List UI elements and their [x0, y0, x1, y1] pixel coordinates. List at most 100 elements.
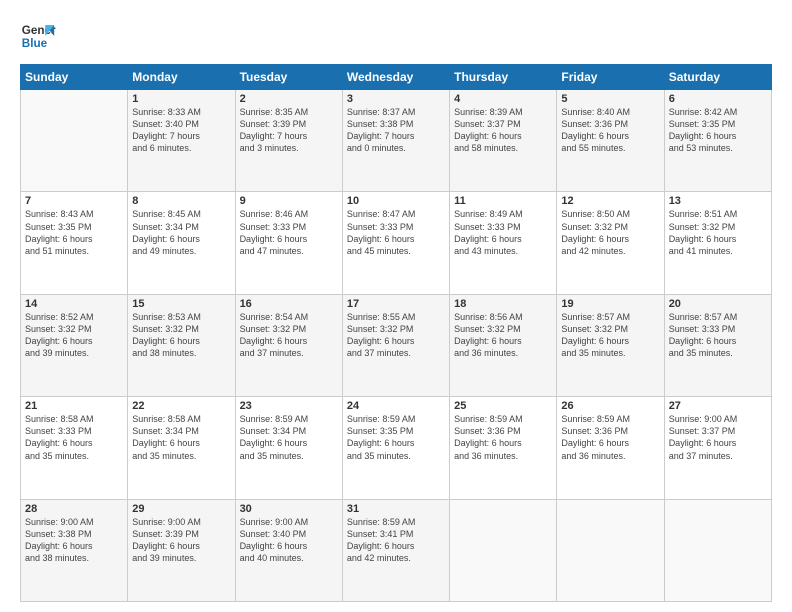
day-number: 25	[454, 400, 552, 412]
day-number: 31	[347, 503, 445, 515]
calendar-cell: 2Sunrise: 8:35 AM Sunset: 3:39 PM Daylig…	[235, 90, 342, 192]
day-number: 13	[669, 195, 767, 207]
day-detail: Sunrise: 9:00 AM Sunset: 3:39 PM Dayligh…	[132, 516, 230, 565]
day-detail: Sunrise: 8:59 AM Sunset: 3:36 PM Dayligh…	[561, 413, 659, 462]
weekday-header: Wednesday	[342, 65, 449, 90]
day-number: 27	[669, 400, 767, 412]
day-number: 7	[25, 195, 123, 207]
day-detail: Sunrise: 8:58 AM Sunset: 3:34 PM Dayligh…	[132, 413, 230, 462]
day-detail: Sunrise: 8:54 AM Sunset: 3:32 PM Dayligh…	[240, 311, 338, 360]
weekday-header: Tuesday	[235, 65, 342, 90]
day-detail: Sunrise: 8:45 AM Sunset: 3:34 PM Dayligh…	[132, 208, 230, 257]
day-number: 10	[347, 195, 445, 207]
day-number: 12	[561, 195, 659, 207]
calendar-cell: 20Sunrise: 8:57 AM Sunset: 3:33 PM Dayli…	[664, 294, 771, 396]
calendar-cell: 5Sunrise: 8:40 AM Sunset: 3:36 PM Daylig…	[557, 90, 664, 192]
day-detail: Sunrise: 8:47 AM Sunset: 3:33 PM Dayligh…	[347, 208, 445, 257]
day-number: 24	[347, 400, 445, 412]
calendar-cell: 26Sunrise: 8:59 AM Sunset: 3:36 PM Dayli…	[557, 397, 664, 499]
calendar-cell	[664, 499, 771, 601]
day-number: 6	[669, 93, 767, 105]
calendar-cell: 13Sunrise: 8:51 AM Sunset: 3:32 PM Dayli…	[664, 192, 771, 294]
day-number: 22	[132, 400, 230, 412]
day-detail: Sunrise: 8:59 AM Sunset: 3:34 PM Dayligh…	[240, 413, 338, 462]
day-detail: Sunrise: 8:59 AM Sunset: 3:41 PM Dayligh…	[347, 516, 445, 565]
calendar-cell: 21Sunrise: 8:58 AM Sunset: 3:33 PM Dayli…	[21, 397, 128, 499]
day-detail: Sunrise: 8:51 AM Sunset: 3:32 PM Dayligh…	[669, 208, 767, 257]
day-detail: Sunrise: 9:00 AM Sunset: 3:37 PM Dayligh…	[669, 413, 767, 462]
calendar-cell: 25Sunrise: 8:59 AM Sunset: 3:36 PM Dayli…	[450, 397, 557, 499]
calendar-week-row: 7Sunrise: 8:43 AM Sunset: 3:35 PM Daylig…	[21, 192, 772, 294]
calendar-cell: 8Sunrise: 8:45 AM Sunset: 3:34 PM Daylig…	[128, 192, 235, 294]
calendar-header-row: SundayMondayTuesdayWednesdayThursdayFrid…	[21, 65, 772, 90]
day-detail: Sunrise: 9:00 AM Sunset: 3:40 PM Dayligh…	[240, 516, 338, 565]
day-detail: Sunrise: 8:43 AM Sunset: 3:35 PM Dayligh…	[25, 208, 123, 257]
day-number: 16	[240, 298, 338, 310]
weekday-header: Monday	[128, 65, 235, 90]
day-number: 17	[347, 298, 445, 310]
calendar-cell: 16Sunrise: 8:54 AM Sunset: 3:32 PM Dayli…	[235, 294, 342, 396]
calendar-cell	[557, 499, 664, 601]
day-number: 11	[454, 195, 552, 207]
calendar-cell: 24Sunrise: 8:59 AM Sunset: 3:35 PM Dayli…	[342, 397, 449, 499]
day-detail: Sunrise: 8:42 AM Sunset: 3:35 PM Dayligh…	[669, 106, 767, 155]
day-number: 9	[240, 195, 338, 207]
day-detail: Sunrise: 8:59 AM Sunset: 3:35 PM Dayligh…	[347, 413, 445, 462]
day-detail: Sunrise: 8:50 AM Sunset: 3:32 PM Dayligh…	[561, 208, 659, 257]
calendar-week-row: 1Sunrise: 8:33 AM Sunset: 3:40 PM Daylig…	[21, 90, 772, 192]
day-number: 1	[132, 93, 230, 105]
day-number: 3	[347, 93, 445, 105]
day-detail: Sunrise: 8:52 AM Sunset: 3:32 PM Dayligh…	[25, 311, 123, 360]
day-number: 15	[132, 298, 230, 310]
calendar-cell: 30Sunrise: 9:00 AM Sunset: 3:40 PM Dayli…	[235, 499, 342, 601]
day-detail: Sunrise: 8:53 AM Sunset: 3:32 PM Dayligh…	[132, 311, 230, 360]
day-detail: Sunrise: 8:57 AM Sunset: 3:32 PM Dayligh…	[561, 311, 659, 360]
day-number: 29	[132, 503, 230, 515]
day-detail: Sunrise: 8:37 AM Sunset: 3:38 PM Dayligh…	[347, 106, 445, 155]
calendar-cell: 1Sunrise: 8:33 AM Sunset: 3:40 PM Daylig…	[128, 90, 235, 192]
day-detail: Sunrise: 8:58 AM Sunset: 3:33 PM Dayligh…	[25, 413, 123, 462]
calendar-cell: 27Sunrise: 9:00 AM Sunset: 3:37 PM Dayli…	[664, 397, 771, 499]
day-number: 28	[25, 503, 123, 515]
calendar-cell: 7Sunrise: 8:43 AM Sunset: 3:35 PM Daylig…	[21, 192, 128, 294]
calendar-cell: 12Sunrise: 8:50 AM Sunset: 3:32 PM Dayli…	[557, 192, 664, 294]
calendar-cell: 18Sunrise: 8:56 AM Sunset: 3:32 PM Dayli…	[450, 294, 557, 396]
calendar-cell	[450, 499, 557, 601]
day-detail: Sunrise: 8:40 AM Sunset: 3:36 PM Dayligh…	[561, 106, 659, 155]
day-number: 30	[240, 503, 338, 515]
calendar-cell: 14Sunrise: 8:52 AM Sunset: 3:32 PM Dayli…	[21, 294, 128, 396]
calendar-cell: 28Sunrise: 9:00 AM Sunset: 3:38 PM Dayli…	[21, 499, 128, 601]
calendar-cell: 23Sunrise: 8:59 AM Sunset: 3:34 PM Dayli…	[235, 397, 342, 499]
logo-icon: General Blue	[20, 18, 56, 54]
day-number: 23	[240, 400, 338, 412]
calendar-cell: 22Sunrise: 8:58 AM Sunset: 3:34 PM Dayli…	[128, 397, 235, 499]
day-detail: Sunrise: 8:56 AM Sunset: 3:32 PM Dayligh…	[454, 311, 552, 360]
calendar-cell: 6Sunrise: 8:42 AM Sunset: 3:35 PM Daylig…	[664, 90, 771, 192]
weekday-header: Sunday	[21, 65, 128, 90]
calendar-cell: 3Sunrise: 8:37 AM Sunset: 3:38 PM Daylig…	[342, 90, 449, 192]
day-detail: Sunrise: 8:46 AM Sunset: 3:33 PM Dayligh…	[240, 208, 338, 257]
weekday-header: Thursday	[450, 65, 557, 90]
day-number: 21	[25, 400, 123, 412]
header: General Blue	[20, 18, 772, 54]
calendar-cell: 17Sunrise: 8:55 AM Sunset: 3:32 PM Dayli…	[342, 294, 449, 396]
day-detail: Sunrise: 8:39 AM Sunset: 3:37 PM Dayligh…	[454, 106, 552, 155]
weekday-header: Saturday	[664, 65, 771, 90]
day-number: 8	[132, 195, 230, 207]
day-number: 4	[454, 93, 552, 105]
calendar-cell: 4Sunrise: 8:39 AM Sunset: 3:37 PM Daylig…	[450, 90, 557, 192]
calendar-page: General Blue SundayMondayTuesdayWednesda…	[0, 0, 792, 612]
calendar-cell: 31Sunrise: 8:59 AM Sunset: 3:41 PM Dayli…	[342, 499, 449, 601]
calendar-cell: 15Sunrise: 8:53 AM Sunset: 3:32 PM Dayli…	[128, 294, 235, 396]
weekday-header: Friday	[557, 65, 664, 90]
day-number: 19	[561, 298, 659, 310]
day-number: 14	[25, 298, 123, 310]
svg-text:Blue: Blue	[22, 37, 48, 50]
calendar-cell: 19Sunrise: 8:57 AM Sunset: 3:32 PM Dayli…	[557, 294, 664, 396]
day-number: 2	[240, 93, 338, 105]
day-detail: Sunrise: 8:49 AM Sunset: 3:33 PM Dayligh…	[454, 208, 552, 257]
day-number: 18	[454, 298, 552, 310]
day-detail: Sunrise: 8:57 AM Sunset: 3:33 PM Dayligh…	[669, 311, 767, 360]
day-detail: Sunrise: 9:00 AM Sunset: 3:38 PM Dayligh…	[25, 516, 123, 565]
day-detail: Sunrise: 8:59 AM Sunset: 3:36 PM Dayligh…	[454, 413, 552, 462]
